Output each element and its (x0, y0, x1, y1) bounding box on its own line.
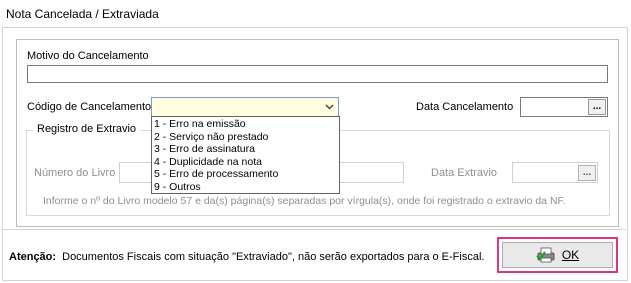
motivo-label: Motivo do Cancelamento (27, 50, 149, 62)
printer-check-icon (536, 247, 555, 263)
motivo-input[interactable] (27, 65, 608, 83)
chevron-down-icon (325, 104, 334, 110)
registro-hint: Informe o nº do Livro modelo 57 e da(s) … (43, 195, 566, 207)
ok-button-label: OK (561, 248, 580, 262)
ok-button-highlight: OK (497, 237, 618, 273)
codigo-combobox[interactable] (151, 97, 339, 117)
dropdown-option[interactable]: 4 - Duplicidade na nota (152, 156, 339, 169)
data-extravio-label: Data Extravio (431, 167, 498, 179)
atencao-label: Atenção: (9, 251, 57, 263)
data-extravio-input[interactable]: ... (512, 162, 598, 183)
dropdown-option[interactable]: 3 - Erro de assinatura (152, 143, 339, 156)
codigo-label: Código de Cancelamento (27, 101, 152, 113)
data-extravio-picker-button[interactable]: ... (578, 165, 596, 181)
atencao-text: Documentos Fiscais com situação "Extravi… (62, 251, 485, 263)
ok-button[interactable]: OK (502, 242, 613, 268)
numero-livro-label: Número do Livro (34, 167, 116, 179)
data-cancelamento-input[interactable]: ... (520, 97, 608, 117)
combo-dropdown-button[interactable] (321, 98, 338, 116)
codigo-dropdown-list: 1 - Erro na emissão 2 - Serviço não pres… (151, 116, 340, 194)
dropdown-option[interactable]: 1 - Erro na emissão (152, 118, 339, 131)
separator (2, 229, 626, 230)
registro-extravio-title: Registro de Extravio (33, 123, 141, 135)
data-cancelamento-label: Data Cancelamento (416, 101, 514, 113)
atencao-notice: Atenção: Documentos Fiscais com situação… (9, 251, 484, 263)
dropdown-option[interactable]: 2 - Serviço não prestado (152, 131, 339, 144)
dropdown-option[interactable]: 9 - Outros (152, 181, 339, 194)
data-cancelamento-picker-button[interactable]: ... (588, 99, 606, 115)
window-title: Nota Cancelada / Extraviada (6, 7, 159, 21)
dropdown-option[interactable]: 5 - Erro de processamento (152, 168, 339, 181)
